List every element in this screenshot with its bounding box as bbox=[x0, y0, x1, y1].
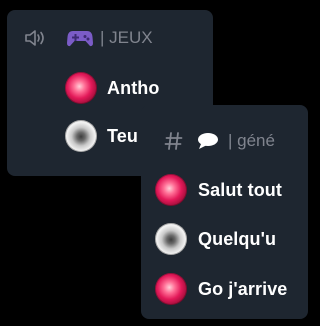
message-text: Quelqu'u bbox=[198, 228, 277, 249]
member-name: Teu bbox=[107, 125, 138, 146]
message-row[interactable]: Quelqu'u bbox=[155, 223, 276, 255]
avatar bbox=[65, 120, 97, 152]
voice-member-row[interactable]: Teu bbox=[65, 120, 138, 152]
voice-channel-name: | JEUX bbox=[100, 28, 153, 47]
avatar bbox=[65, 72, 97, 104]
speaker-icon bbox=[24, 28, 48, 48]
hashtag-icon bbox=[164, 131, 184, 151]
avatar bbox=[155, 223, 187, 255]
member-name: Antho bbox=[107, 77, 160, 98]
text-channel-popup: | géné Salut tout Quelqu'u Go j'arrive bbox=[141, 105, 308, 319]
voice-channel-header[interactable]: | JEUX bbox=[24, 28, 153, 48]
avatar bbox=[155, 174, 187, 206]
message-row[interactable]: Go j'arrive bbox=[155, 273, 287, 305]
message-text: Salut tout bbox=[198, 179, 282, 200]
avatar bbox=[155, 273, 187, 305]
text-channel-header[interactable]: | géné bbox=[164, 131, 275, 151]
message-text: Go j'arrive bbox=[198, 278, 288, 299]
message-row[interactable]: Salut tout bbox=[155, 174, 282, 206]
speech-bubble-icon bbox=[196, 131, 220, 151]
text-channel-name: | géné bbox=[228, 131, 275, 150]
voice-member-row[interactable]: Antho bbox=[65, 72, 159, 104]
game-controller-icon bbox=[66, 28, 94, 48]
